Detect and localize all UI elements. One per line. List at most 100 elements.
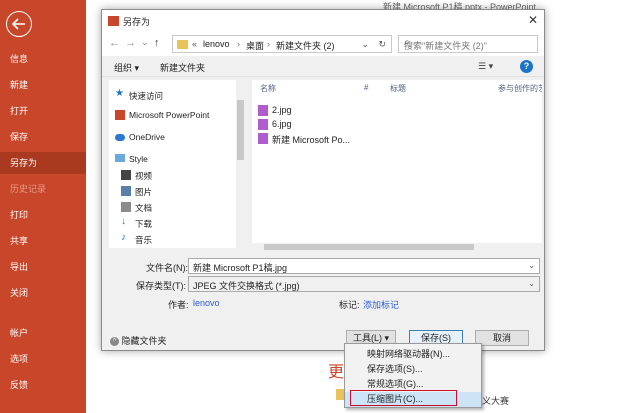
chevron-up-icon: ^ <box>110 337 119 347</box>
back-arrow-icon <box>12 18 25 30</box>
computer-icon <box>115 154 125 162</box>
video-icon <box>121 170 131 180</box>
nav-label: 音乐 <box>135 235 153 245</box>
menu-save-as[interactable]: 另存为 <box>0 152 86 174</box>
refresh-icon[interactable]: ↻ <box>378 39 386 50</box>
image-file-icon <box>258 119 268 130</box>
nav-label: Microsoft PowerPoint <box>129 110 210 120</box>
address-bar[interactable]: « lenovo › 桌面 › 新建文件夹 (2) ⌄ ↻ <box>172 35 392 53</box>
tools-button-label: 工具(L) <box>352 333 382 343</box>
author-value[interactable]: lenovo <box>193 298 220 308</box>
nav-label: 图片 <box>135 187 153 197</box>
menu-export[interactable]: 导出 <box>0 256 86 278</box>
new-folder-button[interactable]: 新建文件夹 <box>160 61 205 74</box>
file-list-scrollbar[interactable] <box>252 243 542 251</box>
navigation-pane: ★ 快速访问 Microsoft PowerPoint OneDrive Sty… <box>109 80 244 248</box>
view-options-button[interactable]: ☰ ▾ <box>478 61 493 72</box>
back-arrow-button[interactable] <box>6 11 32 37</box>
backstage-sidebar: 信息 新建 打开 保存 另存为 历史记录 打印 共享 导出 关闭 帐户 选项 反… <box>0 0 86 413</box>
tags-label: 标记: <box>339 300 360 310</box>
search-icon: ⌕ <box>404 37 410 48</box>
nav-label: 文档 <box>135 203 153 213</box>
file-name: 6.jpg <box>272 119 292 129</box>
filetype-label: 保存类型(T): <box>136 281 186 291</box>
music-icon: ♪ <box>121 232 126 243</box>
file-name: 2.jpg <box>272 105 292 115</box>
column-header-artist[interactable]: 参与创作的艺 <box>498 83 542 94</box>
chevron-down-icon[interactable]: ⌄ <box>361 39 369 50</box>
menu-info[interactable]: 信息 <box>0 48 86 70</box>
dialog-title: 另存为 <box>123 17 151 27</box>
image-file-icon <box>258 105 268 116</box>
breadcrumb-separator: › <box>237 39 240 49</box>
menu-item-map-network-drive[interactable]: 映射网络驱动器(N)... <box>345 347 481 362</box>
tags-link[interactable]: 添加标记 <box>363 298 399 311</box>
search-input[interactable]: 搜索"新建文件夹 (2)" ⌕ <box>398 35 538 53</box>
nav-label: OneDrive <box>129 132 165 142</box>
cancel-button[interactable]: 取消 <box>475 330 529 346</box>
filename-value: 新建 Microsoft P1稿.jpg <box>193 263 288 273</box>
folder-icon <box>177 40 188 49</box>
hide-folders-toggle[interactable]: ^ 隐藏文件夹 <box>110 334 167 347</box>
download-icon: ↓ <box>121 216 126 227</box>
chevron-down-icon[interactable]: ⌄ <box>528 261 535 270</box>
star-icon: ★ <box>115 88 124 99</box>
author-label: 作者: <box>168 300 189 310</box>
menu-item-save-options[interactable]: 保存选项(S)... <box>345 362 481 377</box>
dialog-titlebar: 另存为 ✕ <box>102 10 544 32</box>
navigation-bar: ← → ⌄ ↑ « lenovo › 桌面 › 新建文件夹 (2) ⌄ ↻ 搜索… <box>102 32 544 56</box>
filename-label: 文件名(N): <box>146 263 188 273</box>
scrollbar-thumb[interactable] <box>264 244 474 250</box>
recent-locations-icon[interactable]: ⌄ <box>141 37 149 48</box>
filetype-select[interactable]: JPEG 文件交换格式 (*.jpg) ⌄ <box>188 276 540 292</box>
background-text: 义大赛 <box>482 396 510 406</box>
dialog-toolbar: 组织 ▾ 新建文件夹 ☰ ▾ ? <box>102 57 544 77</box>
menu-new[interactable]: 新建 <box>0 74 86 96</box>
organize-button[interactable]: 组织 ▾ <box>114 61 139 74</box>
breadcrumb-desktop[interactable]: 桌面 <box>246 39 264 52</box>
cloud-icon <box>115 134 125 141</box>
filetype-value: JPEG 文件交换格式 (*.jpg) <box>193 281 300 291</box>
picture-icon <box>121 186 131 196</box>
breadcrumb-new-folder[interactable]: 新建文件夹 (2) <box>276 39 335 52</box>
column-header-name[interactable]: 名称 <box>260 83 276 94</box>
powerpoint-icon <box>115 110 125 120</box>
nav-label: 快速访问 <box>129 91 164 101</box>
caret-down-icon: ▾ <box>384 333 390 343</box>
menu-account[interactable]: 帐户 <box>0 322 86 344</box>
column-header-number[interactable]: # <box>364 83 368 92</box>
nav-label: Style <box>129 154 148 164</box>
menu-open[interactable]: 打开 <box>0 100 86 122</box>
back-icon[interactable]: ← <box>109 37 120 49</box>
nav-label: 下载 <box>135 219 153 229</box>
column-header-title[interactable]: 标题 <box>390 83 406 94</box>
help-icon[interactable]: ? <box>520 60 533 73</box>
breadcrumb-separator: › <box>267 39 270 49</box>
scrollbar-thumb[interactable] <box>237 100 244 160</box>
menu-share[interactable]: 共享 <box>0 230 86 252</box>
document-icon <box>121 202 131 212</box>
menu-save[interactable]: 保存 <box>0 126 86 148</box>
up-icon[interactable]: ↑ <box>154 37 160 49</box>
close-button[interactable]: ✕ <box>528 13 538 27</box>
menu-feedback[interactable]: 反馈 <box>0 374 86 396</box>
forward-icon[interactable]: → <box>125 37 136 49</box>
image-file-icon <box>258 133 268 144</box>
file-list: 名称 # 标题 参与创作的艺 2.jpg 6.jpg 新建 Microsoft … <box>252 80 542 248</box>
nav-pane-scrollbar[interactable] <box>236 80 245 248</box>
menu-options[interactable]: 选项 <box>0 348 86 370</box>
menu-print[interactable]: 打印 <box>0 204 86 226</box>
filename-field[interactable]: 新建 Microsoft P1稿.jpg ⌄ <box>188 258 540 274</box>
hide-folders-label: 隐藏文件夹 <box>121 336 167 346</box>
background-heading: 更 <box>328 364 345 381</box>
breadcrumb-lenovo[interactable]: lenovo <box>203 39 230 49</box>
file-name: 新建 Microsoft Po... <box>272 135 351 145</box>
nav-label: 视频 <box>135 171 153 181</box>
save-as-dialog: 另存为 ✕ ← → ⌄ ↑ « lenovo › 桌面 › 新建文件夹 (2) … <box>101 9 545 351</box>
powerpoint-icon <box>108 16 119 26</box>
menu-history[interactable]: 历史记录 <box>0 178 86 200</box>
highlight-box <box>350 390 457 406</box>
address-prefix: « <box>192 39 198 49</box>
chevron-down-icon: ⌄ <box>528 279 535 288</box>
menu-close[interactable]: 关闭 <box>0 282 86 304</box>
